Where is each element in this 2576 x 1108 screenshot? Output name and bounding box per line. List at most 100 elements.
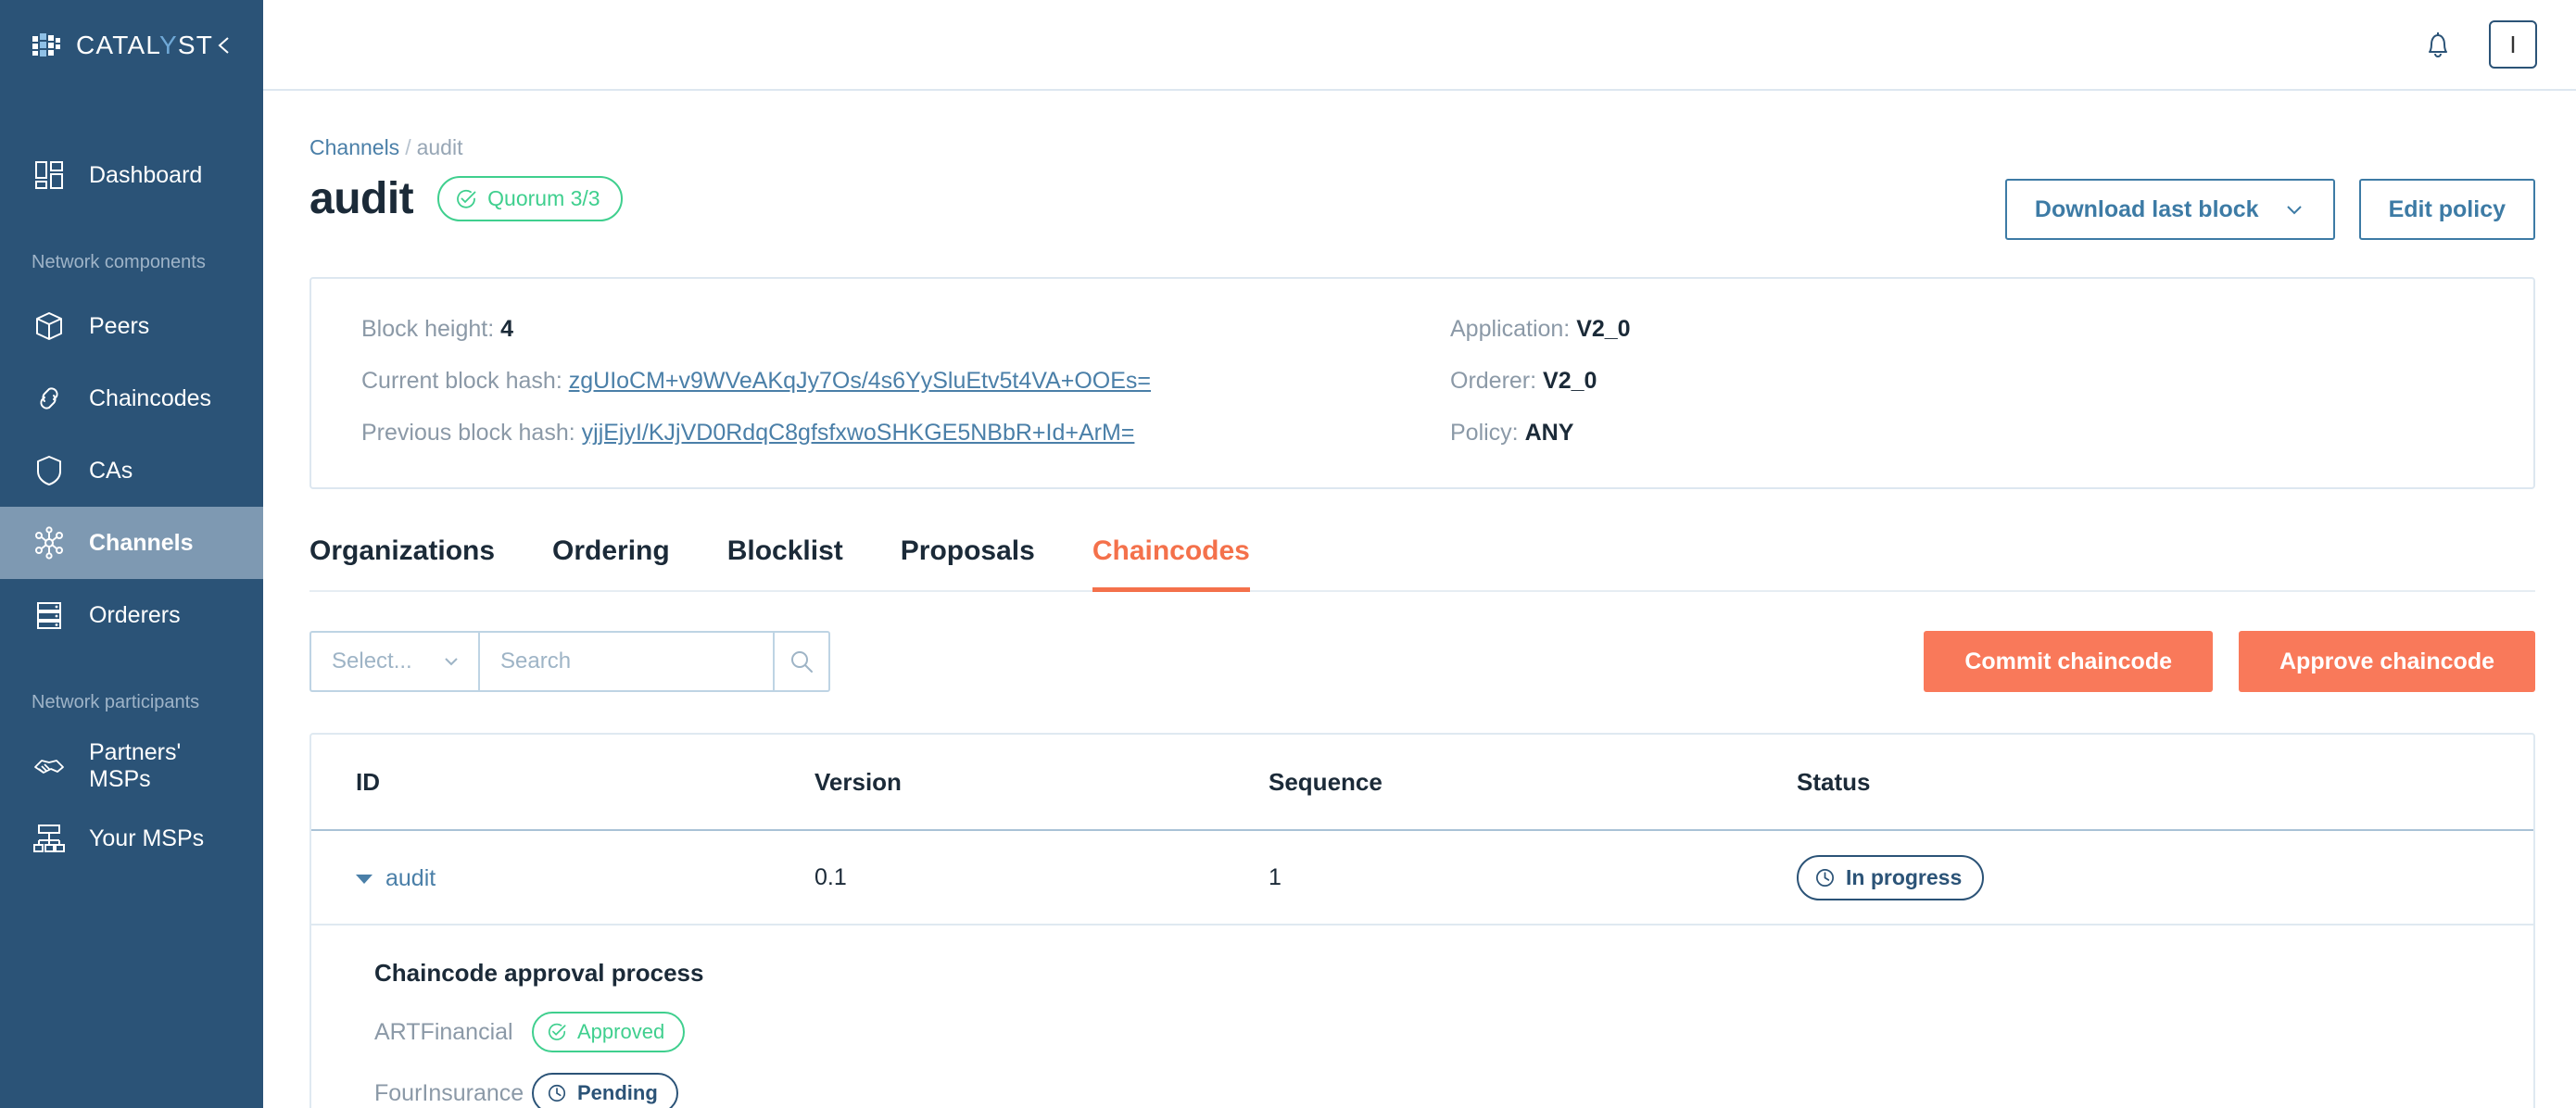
block-height-row: Block height: 4	[361, 314, 1395, 346]
sidebar-item-cas[interactable]: CAs	[0, 434, 263, 507]
tab-proposals[interactable]: Proposals	[901, 535, 1035, 592]
brand-logo[interactable]: CATALYST	[32, 30, 213, 61]
edit-policy-button[interactable]: Edit policy	[2358, 179, 2535, 240]
orderer-label: Orderer:	[1450, 367, 1537, 394]
search-icon	[791, 651, 813, 674]
topbar: I	[263, 0, 2576, 91]
sidebar-item-channels[interactable]: Channels	[0, 507, 263, 579]
application-row: Application: V2_0	[1450, 314, 2483, 346]
info-right-column: Application: V2_0 Orderer: V2_0 Policy: …	[1395, 314, 2483, 448]
column-header-version: Version	[814, 767, 902, 796]
download-last-block-label: Download last block	[2034, 195, 2259, 222]
sidebar-item-peers[interactable]: Peers	[0, 290, 263, 362]
breadcrumb-separator: /	[405, 135, 411, 159]
avatar[interactable]: I	[2489, 20, 2537, 69]
approval-row: ARTFinancial Approved	[374, 1012, 2489, 1053]
sidebar-item-label: Dashboard	[89, 161, 203, 188]
sidebar-item-label: Peers	[89, 312, 150, 339]
breadcrumb-root-link[interactable]: Channels	[309, 135, 399, 159]
brand-name: CATALYST	[76, 31, 214, 59]
sidebar-item-dashboard[interactable]: Dashboard	[0, 139, 263, 211]
application-label: Application:	[1450, 316, 1571, 342]
sidebar-item-your-msps[interactable]: Your MSPs	[0, 802, 263, 875]
search-group: Select...	[309, 631, 830, 693]
sidebar: CATALYST Dashboard Network components Pe…	[0, 0, 263, 1108]
download-last-block-button[interactable]: Download last block	[2004, 179, 2335, 240]
info-left-column: Block height: 4 Current block hash: zgUI…	[361, 314, 1395, 448]
commit-chaincode-button[interactable]: Commit chaincode	[1924, 631, 2213, 693]
title-actions: Download last block Edit policy	[2004, 179, 2535, 240]
sidebar-header: CATALYST	[0, 0, 263, 91]
tab-chaincodes[interactable]: Chaincodes	[1092, 535, 1250, 593]
sidebar-item-label: Channels	[89, 529, 194, 556]
dashboard-grid-icon	[35, 161, 63, 189]
approval-panel: Chaincode approval process ARTFinancial …	[311, 924, 2533, 1108]
search-field-wrapper	[478, 631, 773, 693]
sidebar-item-chaincodes[interactable]: Chaincodes	[0, 362, 263, 434]
tab-organizations[interactable]: Organizations	[309, 535, 495, 592]
bell-icon[interactable]	[2420, 27, 2456, 62]
row-expander[interactable]: audit	[356, 865, 436, 892]
clock-icon	[1816, 868, 1834, 887]
approval-status-label: Approved	[577, 1020, 665, 1044]
policy-value: ANY	[1524, 419, 1574, 446]
org-tree-icon	[33, 825, 65, 852]
shield-icon	[37, 456, 61, 485]
cell-sequence: 1	[1269, 863, 1282, 890]
app-root: CATALYST Dashboard Network components Pe…	[0, 0, 2576, 1108]
toolbar: Select... Search Commit chaincode Approv…	[309, 631, 2535, 693]
cell-version: 0.1	[814, 863, 847, 890]
quorum-badge: Quorum 3/3	[437, 176, 623, 221]
search-button[interactable]	[773, 631, 830, 693]
caret-down-icon	[356, 874, 373, 884]
sidebar-item-partners-msps[interactable]: Partners' MSPs	[0, 730, 263, 802]
sidebar-collapse-button[interactable]	[213, 31, 237, 59]
orderer-value: V2_0	[1543, 367, 1597, 394]
check-circle-icon	[457, 189, 476, 208]
sidebar-item-label: CAs	[89, 457, 133, 484]
tab-blocklist[interactable]: Blocklist	[727, 535, 843, 592]
approval-status-badge: Pending	[532, 1073, 678, 1108]
handshake-icon	[34, 760, 64, 774]
cube-grid-icon	[32, 33, 60, 57]
chaincode-id-link[interactable]: audit	[385, 865, 436, 892]
main-area: I Channels / audit audit Quorum 3/3 Down…	[263, 0, 2576, 1108]
page-title: audit	[309, 174, 414, 223]
approve-chaincode-button[interactable]: Approve chaincode	[2239, 631, 2535, 693]
avatar-initial: I	[2509, 30, 2517, 58]
chevron-left-icon	[218, 37, 229, 54]
approval-org-name: ARTFinancial	[374, 1018, 513, 1045]
cell-id: audit	[356, 863, 814, 893]
policy-label: Policy:	[1450, 419, 1519, 446]
previous-block-hash-value[interactable]: yjjEjyI/KJjVD0RdqC8gfsfxwoSHKGE5NBbR+Id+…	[582, 420, 1135, 446]
edit-policy-label: Edit policy	[2388, 195, 2506, 222]
current-block-hash-row: Current block hash: zgUIoCM+v9WVeAKqJy7O…	[361, 366, 1395, 397]
column-header-sequence: Sequence	[1269, 767, 1383, 796]
approval-panel-title: Chaincode approval process	[374, 959, 704, 988]
approval-org-name: FourInsurance	[374, 1079, 524, 1106]
status-badge: In progress	[1797, 854, 1985, 900]
cube-icon	[36, 312, 62, 340]
policy-row: Policy: ANY	[1450, 418, 2483, 449]
previous-block-hash-row: Previous block hash: yjjEjyI/KJjVD0RdqC8…	[361, 418, 1395, 449]
chevron-down-icon[interactable]	[2283, 198, 2305, 220]
previous-block-hash-label: Previous block hash:	[361, 419, 575, 446]
sidebar-item-orderers[interactable]: Orderers	[0, 579, 263, 651]
sidebar-section-participants: Network participants	[32, 692, 200, 712]
check-circle-icon	[548, 1023, 566, 1041]
sidebar-item-label: Partners' MSPs	[89, 739, 182, 792]
tab-ordering[interactable]: Ordering	[552, 535, 670, 592]
page-content: Channels / audit audit Quorum 3/3 Downlo…	[263, 91, 2576, 1108]
table-row: audit 0.1 1 In progress	[311, 831, 2533, 924]
breadcrumb: Channels / audit	[309, 135, 2535, 160]
current-block-hash-value[interactable]: zgUIoCM+v9WVeAKqJy7Os/4s6YySluEtv5t4VA+O…	[569, 368, 1151, 394]
cell-status: In progress	[1797, 854, 2489, 900]
block-height-value: 4	[500, 316, 513, 342]
filter-select-value: Select...	[332, 648, 412, 674]
filter-select[interactable]: Select...	[309, 631, 478, 693]
approval-status-badge: Approved	[532, 1012, 686, 1053]
chaincodes-table: ID Version Sequence Status audit 0.1 1 I…	[309, 733, 2535, 1108]
search-input[interactable]	[500, 648, 752, 675]
channel-info-card: Block height: 4 Current block hash: zgUI…	[309, 277, 2535, 490]
block-height-label: Block height:	[361, 316, 495, 342]
